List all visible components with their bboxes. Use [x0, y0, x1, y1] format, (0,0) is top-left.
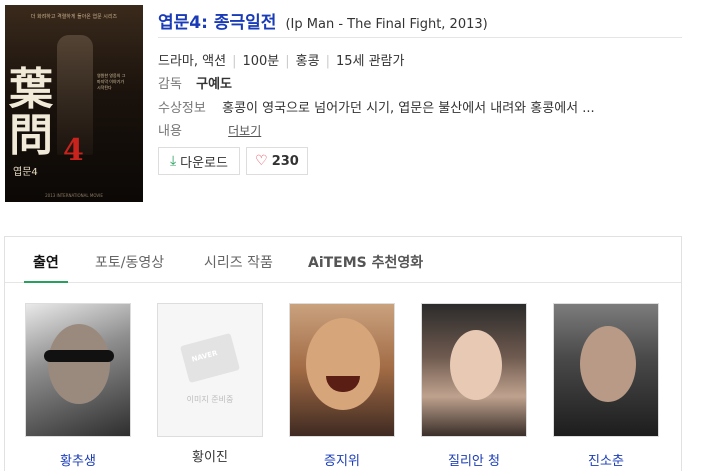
poster-number: 4 [63, 133, 84, 168]
cast-photo-1[interactable] [25, 303, 131, 437]
heart-icon: ♡ [255, 153, 268, 169]
plot-summary: 홍콩이 영국으로 넘어가던 시기, 엽문은 불산에서 내려와 홍콩에서 ... [222, 101, 595, 116]
download-button[interactable]: ⤓ 다운로드 [158, 147, 240, 175]
cast-name-3[interactable]: 증지위 [289, 450, 395, 469]
image-placeholder-text: 이미지 준비중 [186, 395, 234, 404]
cast-face [48, 324, 110, 404]
like-count: 230 [271, 153, 299, 169]
director-label: 감독 [158, 77, 182, 92]
more-row: 내용 더보기 [158, 120, 261, 139]
cast-face [306, 318, 380, 410]
like-button[interactable]: ♡ 230 [246, 147, 308, 175]
cast-face [450, 330, 502, 400]
cast-name-5[interactable]: 진소춘 [553, 450, 659, 469]
tab-photo-video[interactable]: 포토/동영상 [95, 252, 164, 272]
genre: 드라마, 액션 [158, 54, 227, 69]
cast-face [580, 326, 636, 402]
movie-meta: 드라마, 액션 | 100분 | 홍콩 | 15세 관람가 [158, 54, 405, 69]
runtime: 100분 [242, 54, 280, 69]
awards-label: 수상정보 [158, 101, 206, 116]
movie-poster[interactable]: 더 화려하고 격렬하게 돌아온 엽문 시리즈 葉問 4 엽문4 영원한 영웅의 … [5, 5, 143, 202]
download-icon: ⤓ [169, 153, 177, 169]
title-row: 엽문4: 종극일전 (Ip Man - The Final Fight, 201… [158, 8, 682, 38]
tab-aitems[interactable]: AiTEMS 추천영화 [308, 252, 423, 272]
director-link[interactable]: 구예도 [196, 77, 232, 92]
tab-bar: 출연 포토/동영상 시리즈 작품 AiTEMS 추천영화 [5, 237, 681, 283]
age-rating: 15세 관람가 [335, 54, 405, 69]
plot-row: 수상정보 홍콩이 영국으로 넘어가던 시기, 엽문은 불산에서 내려와 홍콩에서… [158, 97, 595, 116]
active-tab-indicator [24, 281, 68, 283]
plot-label: 내용 [158, 124, 182, 139]
country: 홍콩 [295, 54, 320, 69]
cast-name-2[interactable]: 황이진 [157, 446, 263, 465]
poster-footer: 2013 INTERNATIONAL MOVIE [45, 193, 103, 198]
director-row: 감독 구예도 [158, 73, 232, 92]
poster-tagline-side: 영원한 영웅의 그 마지막 이야기가 시작된다 [97, 73, 126, 90]
poster-title-characters: 葉問 [9, 64, 53, 161]
tab-series[interactable]: 시리즈 작품 [204, 252, 273, 272]
download-label: 다운로드 [180, 155, 229, 171]
image-placeholder-icon: NAVER [179, 332, 241, 384]
movie-title[interactable]: 엽문4: 종극일전 [158, 13, 276, 33]
sunglasses-shape [44, 350, 114, 362]
cast-photo-3[interactable] [289, 303, 395, 437]
cast-photo-2-placeholder[interactable]: NAVER 이미지 준비중 [157, 303, 263, 437]
cast-name-1[interactable]: 황추생 [25, 450, 131, 469]
cast-photo-5[interactable] [553, 303, 659, 437]
tab-cast[interactable]: 출연 [33, 252, 59, 272]
cast-photo-4[interactable] [421, 303, 527, 437]
cast-name-4[interactable]: 질리안 청 [421, 450, 527, 469]
poster-tagline-top: 더 화려하고 격렬하게 돌아온 엽문 시리즈 [30, 14, 118, 20]
movie-title-en: (Ip Man - The Final Fight, 2013) [285, 17, 488, 32]
poster-subtitle: 엽문4 [13, 167, 38, 178]
more-link[interactable]: 더보기 [228, 124, 261, 138]
